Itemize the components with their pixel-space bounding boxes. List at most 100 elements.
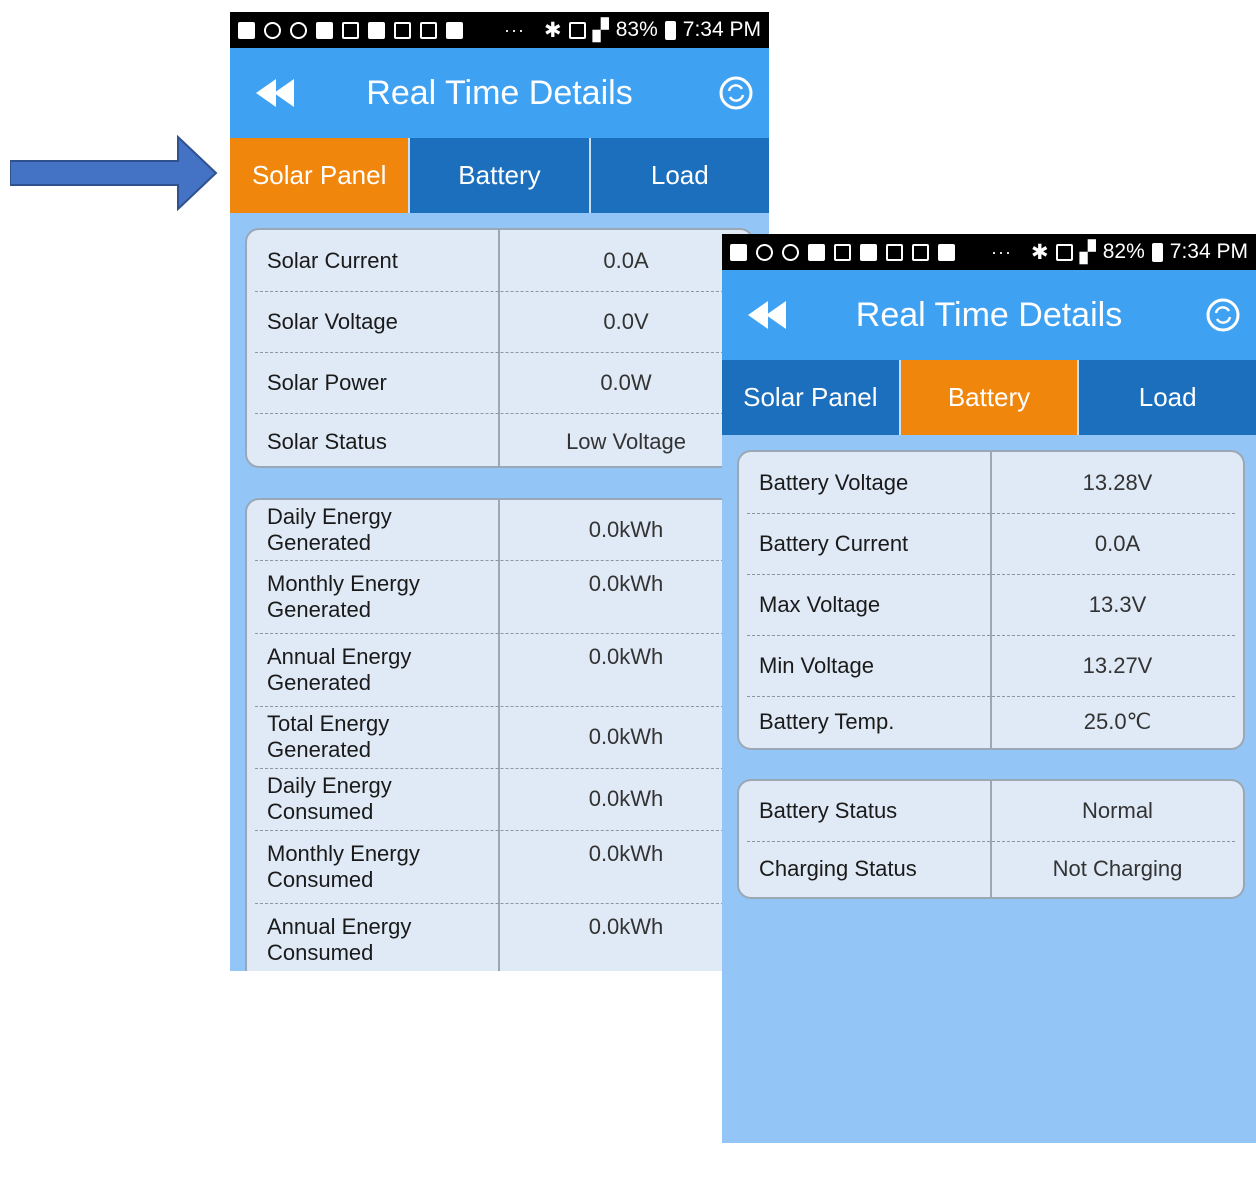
row-label: Monthly Energy Consumed bbox=[247, 830, 500, 903]
battery-icon bbox=[664, 20, 676, 40]
row-value: 0.0kWh bbox=[588, 644, 664, 669]
row-label: Total Energy Generated bbox=[247, 706, 500, 768]
notification-icons bbox=[730, 243, 955, 261]
table-row: Monthly Energy Generated 0.0kWh bbox=[247, 560, 752, 633]
table-row: Daily Energy Generated 0.0kWh bbox=[247, 500, 752, 560]
mail-icon bbox=[730, 243, 747, 261]
nfc-icon bbox=[568, 21, 586, 39]
more-icon: ··· bbox=[991, 241, 1012, 262]
row-value: 0.0V bbox=[603, 308, 649, 334]
notification-icons bbox=[238, 21, 463, 39]
row-value: 0.0kWh bbox=[588, 571, 664, 596]
flipboard-icon bbox=[446, 21, 463, 39]
row-label: Daily Energy Generated bbox=[247, 500, 500, 560]
warning-icon bbox=[420, 21, 437, 39]
table-row: Annual Energy Consumed 0.0kWh bbox=[247, 903, 752, 971]
location-icon bbox=[886, 243, 903, 261]
table-row: Solar Current 0.0A bbox=[247, 230, 752, 291]
page-title: Real Time Details bbox=[366, 74, 633, 112]
battery-percent: 82% bbox=[1102, 240, 1145, 263]
tab-bar: Solar Panel Battery Load bbox=[722, 360, 1256, 435]
app-bar: Real Time Details bbox=[230, 48, 769, 138]
row-value: 25.0℃ bbox=[1083, 709, 1152, 734]
bluetooth-icon: ✱ bbox=[543, 18, 562, 42]
row-label: Max Voltage bbox=[739, 574, 992, 635]
tab-battery[interactable]: Battery bbox=[410, 138, 591, 213]
energy-metrics-card: Daily Energy Generated 0.0kWh Monthly Ene… bbox=[245, 498, 754, 971]
battery-percent: 83% bbox=[615, 18, 658, 41]
tab-battery[interactable]: Battery bbox=[900, 360, 1080, 435]
table-row: Annual Energy Generated 0.0kWh bbox=[247, 633, 752, 706]
row-label: Solar Status bbox=[247, 413, 500, 466]
table-row: Solar Status Low Voltage bbox=[247, 413, 752, 466]
warning-icon bbox=[912, 243, 929, 261]
row-value: 0.0kWh bbox=[588, 724, 664, 749]
row-value: 0.0kWh bbox=[588, 914, 664, 939]
row-label: Annual Energy Generated bbox=[247, 633, 500, 706]
wifi-icon bbox=[342, 21, 359, 39]
row-label: Solar Power bbox=[247, 352, 500, 413]
row-label: Battery Current bbox=[739, 513, 992, 574]
phone-screenshot-solar-panel: ··· ✱ ▞ 83% 7:34 PM Real Time Details So… bbox=[230, 12, 769, 971]
row-value: Not Charging bbox=[1052, 856, 1183, 881]
tab-load[interactable]: Load bbox=[591, 138, 769, 213]
row-value: 13.27V bbox=[1082, 652, 1153, 678]
row-value: 0.0A bbox=[603, 247, 649, 273]
row-value: 0.0W bbox=[600, 369, 652, 395]
right-arrow-icon bbox=[10, 135, 218, 211]
row-value: 0.0kWh bbox=[588, 841, 664, 866]
refresh-icon[interactable] bbox=[1206, 298, 1240, 332]
table-row: Total Energy Generated 0.0kWh bbox=[247, 706, 752, 768]
row-label: Battery Voltage bbox=[739, 452, 992, 513]
table-row: Min Voltage 13.27V bbox=[739, 635, 1243, 696]
bluetooth-icon: ✱ bbox=[1030, 240, 1049, 264]
tab-solar-panel[interactable]: Solar Panel bbox=[230, 138, 411, 213]
table-row: Monthly Energy Consumed 0.0kWh bbox=[247, 830, 752, 903]
battery-icon bbox=[1151, 242, 1163, 262]
table-row: Battery Voltage 13.28V bbox=[739, 452, 1243, 513]
table-row: Daily Energy Consumed 0.0kWh bbox=[247, 768, 752, 830]
app-bar: Real Time Details bbox=[722, 270, 1256, 360]
signal-icon: ▞ bbox=[592, 18, 609, 42]
row-label: Battery Temp. bbox=[739, 696, 992, 748]
news-icon bbox=[808, 243, 825, 261]
row-label: Annual Energy Consumed bbox=[247, 903, 500, 971]
mail-icon bbox=[238, 21, 255, 39]
tab-solar-panel[interactable]: Solar Panel bbox=[722, 360, 901, 435]
row-label: Daily Energy Consumed bbox=[247, 768, 500, 830]
image-icon bbox=[368, 21, 385, 39]
app-icon bbox=[756, 243, 773, 261]
page-title: Real Time Details bbox=[855, 296, 1123, 334]
battery-metrics-card: Battery Voltage 13.28V Battery Current 0.0… bbox=[737, 450, 1245, 750]
refresh-icon[interactable] bbox=[719, 76, 753, 110]
location-icon bbox=[394, 21, 411, 39]
wifi-icon bbox=[834, 243, 851, 261]
status-bar: ··· ✱ ▞ 83% 7:34 PM bbox=[230, 12, 769, 48]
tab-bar: Solar Panel Battery Load bbox=[230, 138, 769, 213]
row-label: Battery Status bbox=[739, 781, 992, 841]
more-icon: ··· bbox=[504, 19, 525, 40]
row-value: 0.0kWh bbox=[588, 786, 664, 811]
row-value: 13.28V bbox=[1082, 469, 1153, 495]
table-row: Battery Status Normal bbox=[739, 781, 1243, 841]
table-row: Battery Temp. 25.0℃ bbox=[739, 696, 1243, 748]
row-label: Solar Voltage bbox=[247, 291, 500, 352]
table-row: Solar Power 0.0W bbox=[247, 352, 752, 413]
row-label: Monthly Energy Generated bbox=[247, 560, 500, 633]
signal-icon: ▞ bbox=[1079, 240, 1096, 264]
solar-metrics-card: Solar Current 0.0A Solar Voltage 0.0V Sola… bbox=[245, 228, 754, 468]
clock: 7:34 PM bbox=[682, 18, 761, 41]
tab-load[interactable]: Load bbox=[1079, 360, 1256, 435]
app-icon bbox=[290, 21, 307, 39]
app-icon bbox=[264, 21, 281, 39]
row-label: Charging Status bbox=[739, 841, 992, 897]
table-row: Solar Voltage 0.0V bbox=[247, 291, 752, 352]
image-icon bbox=[860, 243, 877, 261]
phone-screenshot-battery: ··· ✱ ▞ 82% 7:34 PM Real Time Details So… bbox=[722, 234, 1256, 1143]
clock: 7:34 PM bbox=[1169, 240, 1248, 263]
table-row: Battery Current 0.0A bbox=[739, 513, 1243, 574]
row-label: Min Voltage bbox=[739, 635, 992, 696]
row-value: Low Voltage bbox=[566, 428, 686, 454]
row-value: 0.0A bbox=[1094, 530, 1141, 556]
table-row: Charging Status Not Charging bbox=[739, 841, 1243, 897]
